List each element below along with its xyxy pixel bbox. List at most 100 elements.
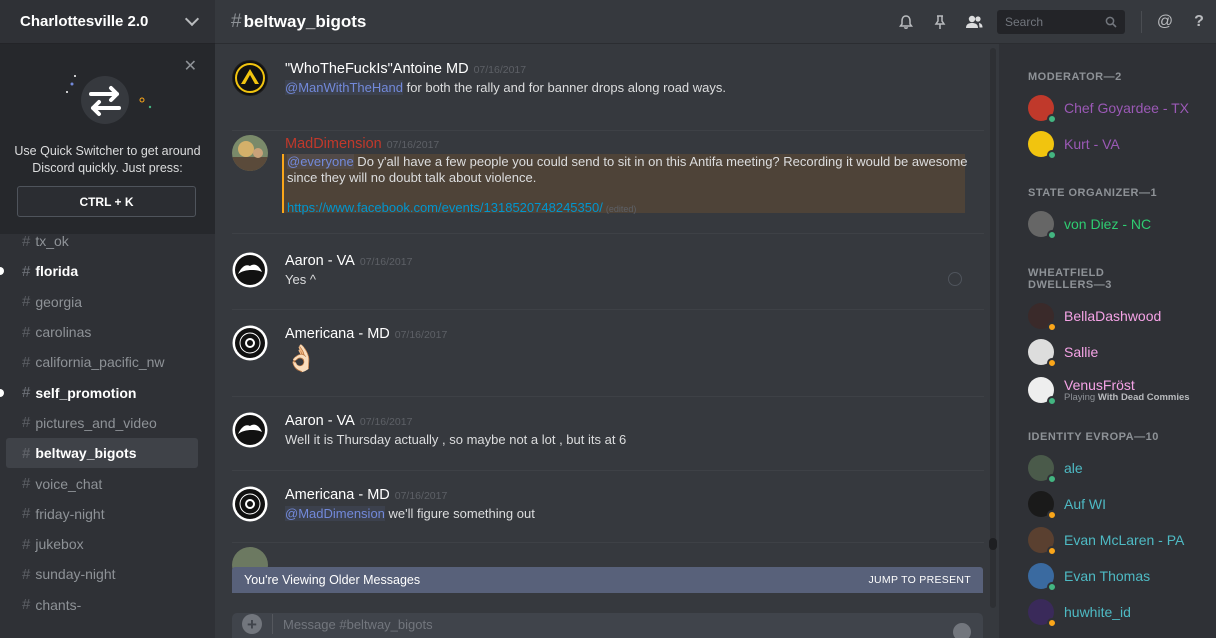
jump-to-present-button[interactable]: JUMP TO PRESENT	[868, 574, 971, 586]
scrollbar-track[interactable]	[990, 48, 996, 608]
upload-plus-icon[interactable]: +	[242, 614, 262, 634]
member-sallie[interactable]: Sallie	[1028, 337, 1213, 368]
author-name[interactable]: Americana - MD	[285, 326, 390, 342]
message-text: @everyone Do y'all have a few people you…	[287, 154, 968, 217]
message-input[interactable]	[283, 616, 923, 632]
status-online-indicator	[1047, 150, 1057, 160]
header-toolbar: Search @ ?	[889, 0, 1216, 44]
channel-label: carolinas	[35, 324, 92, 341]
pin-icon[interactable]	[923, 14, 957, 30]
help-icon[interactable]: ?	[1182, 13, 1216, 31]
activity-game: With Dead Commies	[1097, 392, 1190, 403]
hash-icon: #	[22, 535, 31, 553]
mentions-icon[interactable]: @	[1148, 13, 1182, 31]
older-messages-bar: You're Viewing Older Messages JUMP TO PR…	[232, 567, 983, 593]
timestamp: 07/16/2017	[473, 64, 527, 76]
close-icon[interactable]: ✕	[184, 56, 197, 76]
member-name: huwhite_id	[1064, 604, 1131, 620]
quick-switcher-shortcut[interactable]: CTRL + K	[17, 186, 196, 217]
member-chef-goyardee[interactable]: Chef Goyardee - TX	[1028, 93, 1213, 124]
channel-list: # tx_ok # florida # georgia # carolinas # cal…	[0, 226, 215, 620]
channel-label: beltway_bigots	[35, 445, 137, 462]
avatar	[1028, 377, 1057, 406]
everyone-mention[interactable]: @everyone	[287, 154, 354, 169]
message-text: @MadDimension we'll figure something out	[285, 506, 535, 522]
status-online-indicator	[1047, 396, 1057, 406]
channel-item-chants[interactable]: # chants-	[6, 590, 198, 620]
user-mention[interactable]: @ManWithTheHand	[285, 80, 403, 95]
older-messages-text: You're Viewing Older Messages	[244, 573, 421, 587]
role-header-state-organizer: STATE ORGANIZER—1	[1028, 187, 1158, 199]
quick-switcher-text: Use Quick Switcher to get around Discord…	[14, 144, 201, 175]
message-body: we'll figure something out	[384, 506, 535, 521]
message-body: for both the rally and for banner drops …	[402, 80, 726, 95]
channel-item-georgia[interactable]: # georgia	[6, 287, 198, 317]
avatar	[1028, 211, 1057, 240]
message-divider	[232, 309, 984, 310]
avatar	[1028, 303, 1057, 332]
member-venusfrost[interactable]: VenusFröst Playing With Dead Commies	[1028, 373, 1213, 407]
avatar[interactable]	[232, 252, 268, 288]
author-name[interactable]: MadDimension	[285, 136, 382, 152]
avatar[interactable]	[232, 60, 268, 96]
channel-item-self-promotion[interactable]: # self_promotion	[0, 377, 198, 407]
member-auf-wi[interactable]: Auf WI	[1028, 489, 1213, 520]
member-name: Evan Thomas	[1064, 568, 1151, 584]
channel-sidebar: Charlottesville 2.0 # tx_ok # florida # geo…	[0, 0, 215, 638]
channel-item-carolinas[interactable]: # carolinas	[6, 317, 198, 347]
message-divider	[232, 130, 984, 131]
quick-switcher-popup: ✕ Use Quick Switcher to get around Disco…	[0, 44, 215, 234]
member-ale[interactable]: ale	[1028, 453, 1213, 484]
search-input[interactable]: Search	[997, 10, 1125, 34]
hash-icon: #	[22, 505, 31, 523]
member-evan-thomas[interactable]: Evan Thomas	[1028, 561, 1213, 592]
status-idle-indicator	[1047, 618, 1057, 628]
hash-icon: #	[231, 10, 242, 32]
member-belladashwood[interactable]: BellaDashwood	[1028, 301, 1213, 332]
channel-item-voice-chat[interactable]: # voice_chat	[6, 468, 198, 498]
channel-label: georgia	[35, 293, 83, 310]
channel-item-pictures-and-video[interactable]: # pictures_and_video	[6, 408, 198, 438]
author-name[interactable]: Aaron - VA	[285, 413, 355, 429]
server-header[interactable]: Charlottesville 2.0	[0, 0, 215, 44]
composer-divider	[272, 614, 273, 634]
emoji-icon[interactable]	[953, 623, 971, 638]
channel-item-california-pacific-nw[interactable]: # california_pacific_nw	[6, 347, 198, 377]
timestamp: 07/16/2017	[359, 416, 413, 428]
channel-item-florida[interactable]: # florida	[0, 256, 198, 286]
message-text: Well it is Thursday actually , so maybe …	[285, 432, 627, 447]
timestamp: 07/16/2017	[394, 329, 448, 341]
status-online-indicator	[1047, 114, 1057, 124]
search-placeholder: Search	[1005, 15, 1044, 29]
hash-icon: #	[22, 565, 31, 583]
message-link[interactable]: https://www.facebook.com/events/13185207…	[287, 200, 603, 215]
avatar[interactable]	[232, 325, 268, 361]
message-divider	[232, 470, 984, 471]
status-online-indicator	[1047, 230, 1057, 240]
user-mention[interactable]: @MadDimension	[285, 506, 385, 521]
member-huwhite-id[interactable]: huwhite_id	[1028, 597, 1213, 628]
channel-item-friday-night[interactable]: # friday-night	[6, 499, 198, 529]
add-reaction-icon[interactable]	[948, 272, 962, 286]
avatar[interactable]	[232, 135, 268, 171]
member-name: Kurt - VA	[1064, 136, 1120, 152]
avatar[interactable]	[232, 412, 268, 448]
channel-item-sunday-night[interactable]: # sunday-night	[6, 559, 198, 589]
channel-item-jukebox[interactable]: # jukebox	[6, 529, 198, 559]
author-name[interactable]: "WhoTheFuckIs"Antoine MD	[285, 61, 469, 77]
member-kurt-va[interactable]: Kurt - VA	[1028, 129, 1213, 160]
avatar	[1028, 339, 1057, 368]
member-activity: Playing With Dead Commies	[1064, 392, 1190, 403]
author-name[interactable]: Americana - MD	[285, 487, 390, 503]
scrollbar-thumb[interactable]	[989, 538, 997, 550]
members-icon[interactable]	[957, 14, 991, 30]
message-header: Americana - MD 07/16/2017	[285, 325, 447, 342]
member-evan-mclaren[interactable]: Evan McLaren - PA	[1028, 525, 1213, 556]
avatar[interactable]	[232, 486, 268, 522]
member-von-diez[interactable]: von Diez - NC	[1028, 209, 1213, 240]
channel-item-beltway-bigots[interactable]: # beltway_bigots	[6, 438, 198, 469]
bell-icon[interactable]	[889, 14, 923, 30]
chevron-down-icon[interactable]	[184, 11, 200, 27]
author-name[interactable]: Aaron - VA	[285, 253, 355, 269]
channel-header: # beltway_bigots Search @ ?	[215, 0, 1216, 44]
